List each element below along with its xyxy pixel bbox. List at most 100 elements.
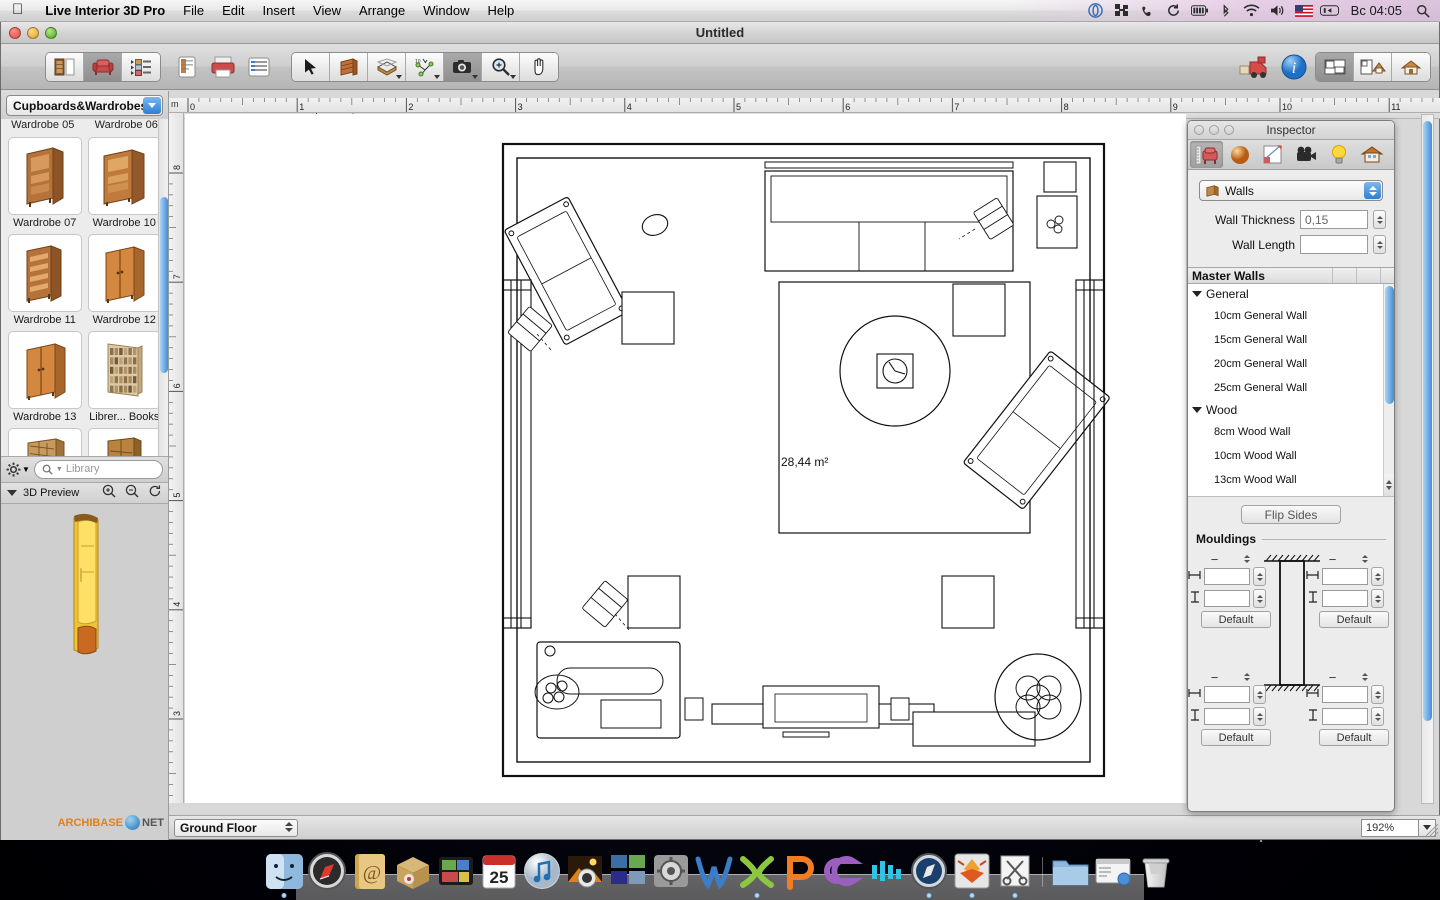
library-item[interactable]: Wardrobe 07 <box>5 135 85 232</box>
library-item[interactable]: Wardrobe 11 <box>5 232 85 329</box>
moulding-height-input[interactable] <box>1204 708 1250 725</box>
moulding-height-stepper[interactable] <box>1253 589 1266 608</box>
dock-item-address-book[interactable]: @ <box>350 851 391 892</box>
bluetooth-icon[interactable] <box>1213 0 1239 21</box>
apple-menu-icon[interactable]:  <box>12 2 23 17</box>
camera-tool[interactable] <box>444 53 482 81</box>
dock-item-package[interactable] <box>393 851 434 892</box>
preview-viewport[interactable]: ARCHIBASE NET <box>1 504 168 841</box>
wall-list-item[interactable]: 20cm General Wall <box>1188 352 1394 376</box>
site-tab[interactable] <box>1355 141 1388 168</box>
floor-plan-canvas[interactable]: 28,44 m² <box>185 114 1186 803</box>
dock-item-powerpoint[interactable] <box>780 851 821 892</box>
menu-help[interactable]: Help <box>479 0 524 21</box>
horizontal-ruler[interactable]: m 01234567891011 <box>169 98 1440 113</box>
moulding-height-stepper[interactable] <box>1253 707 1266 726</box>
zoom-in-icon[interactable] <box>102 484 116 501</box>
menu-edit[interactable]: Edit <box>213 0 253 21</box>
menu-insert[interactable]: Insert <box>254 0 305 21</box>
canvas-vertical-scrollbar[interactable] <box>1421 114 1434 804</box>
moulding-height-stepper[interactable] <box>1371 589 1384 608</box>
dock-item-entourage[interactable] <box>823 851 864 892</box>
spotlight-search-icon[interactable] <box>1410 0 1436 21</box>
object-type-popup[interactable]: Walls <box>1199 180 1383 201</box>
wall-length-stepper[interactable] <box>1373 235 1386 254</box>
library-item[interactable]: Wardrobe 13 <box>5 329 85 426</box>
wall-list-item[interactable]: 10cm General Wall <box>1188 304 1394 328</box>
wifi-icon[interactable] <box>1239 0 1265 21</box>
chevron-down-icon[interactable] <box>434 75 440 79</box>
library-item[interactable]: Librer... Books <box>85 329 165 426</box>
chevron-down-icon[interactable] <box>396 75 402 79</box>
preview-header[interactable]: 3D Preview <box>1 482 168 504</box>
object-type-stepper[interactable] <box>1364 182 1381 199</box>
menu-file[interactable]: File <box>174 0 213 21</box>
wardrobe-shelf-icon[interactable] <box>88 137 162 215</box>
wall-list-item[interactable]: 13cm Wood Wall <box>1188 468 1394 492</box>
moulding-width-input[interactable] <box>1204 686 1250 703</box>
dock-item-opera[interactable] <box>909 851 950 892</box>
menu-app-name[interactable]: Live Interior 3D Pro <box>36 0 174 21</box>
dock-item-trash[interactable] <box>1136 851 1177 892</box>
edit-tab[interactable] <box>1256 141 1289 168</box>
grid-icon[interactable] <box>1109 0 1135 21</box>
wall-length-input[interactable] <box>1300 235 1368 254</box>
moulding-select-stepper[interactable] <box>1358 668 1371 687</box>
opera-icon[interactable] <box>1083 0 1109 21</box>
menu-arrange[interactable]: Arrange <box>350 0 414 21</box>
moulding-remove-button[interactable]: − <box>1329 670 1337 685</box>
library-search-input[interactable]: ▼ Library <box>34 460 163 479</box>
wardrobe-shelves-icon[interactable] <box>8 234 82 312</box>
rotate-icon[interactable] <box>148 484 162 501</box>
moulding-width-stepper[interactable] <box>1253 685 1266 704</box>
object-tab[interactable] <box>1190 141 1223 168</box>
flag-us-icon[interactable] <box>1291 0 1317 21</box>
objects-library-button[interactable] <box>46 53 84 81</box>
moulding-width-stepper[interactable] <box>1371 567 1384 586</box>
dock-item-itunes[interactable] <box>522 851 563 892</box>
wall-thickness-input[interactable]: 0,15 <box>1300 210 1368 229</box>
moulding-width-stepper[interactable] <box>1253 567 1266 586</box>
dock-item-ichat[interactable] <box>436 851 477 892</box>
library-grid[interactable]: Wardrobe 05 Wardrobe 06 Wardrobe 07Wardr… <box>1 119 168 456</box>
resize-grip-icon[interactable] <box>1426 824 1439 837</box>
moulding-remove-button[interactable]: − <box>1211 552 1219 567</box>
moulding-default-button[interactable]: Default <box>1319 611 1389 628</box>
moulding-height-input[interactable] <box>1204 590 1250 607</box>
moulding-select-stepper[interactable] <box>1240 668 1253 687</box>
dock-item-safari-compass[interactable] <box>307 851 348 892</box>
moulding-height-stepper[interactable] <box>1371 707 1384 726</box>
eject-icon[interactable] <box>1317 0 1343 21</box>
dock-item-live-interior-3d[interactable] <box>952 851 993 892</box>
wall-thickness-stepper[interactable] <box>1373 210 1386 229</box>
furniture-button[interactable] <box>84 53 122 81</box>
phone-icon[interactable] <box>1135 0 1161 21</box>
dock-item-messenger[interactable] <box>866 851 907 892</box>
dock-item-spaces[interactable] <box>608 851 649 892</box>
floor-tool[interactable] <box>368 53 406 81</box>
moulding-height-input[interactable] <box>1322 708 1368 725</box>
wardrobe-closed-icon[interactable] <box>88 234 162 312</box>
menu-clock[interactable]: Bc 04:05 <box>1343 3 1410 18</box>
properties-button[interactable] <box>241 54 277 80</box>
moulding-remove-button[interactable]: − <box>1329 552 1337 567</box>
dock-item-excel[interactable] <box>737 851 778 892</box>
chevron-down-icon[interactable] <box>472 75 478 79</box>
dock-item-iphoto[interactable] <box>565 851 606 892</box>
dock-item-system-preferences[interactable] <box>651 851 692 892</box>
materials-tab[interactable] <box>1223 141 1256 168</box>
wall-list-item[interactable]: 25cm General Wall <box>1188 376 1394 400</box>
dock-item-word[interactable] <box>694 851 735 892</box>
moulding-width-stepper[interactable] <box>1371 685 1384 704</box>
chevron-down-icon[interactable] <box>143 97 161 114</box>
volume-icon[interactable] <box>1265 0 1291 21</box>
floor-selector[interactable]: Ground Floor <box>174 819 298 837</box>
chevron-down-icon[interactable] <box>510 75 516 79</box>
light-tab[interactable] <box>1322 141 1355 168</box>
menu-view[interactable]: View <box>304 0 350 21</box>
outline-list-button[interactable] <box>122 53 160 81</box>
wardrobe-open-icon[interactable] <box>8 137 82 215</box>
wardrobe-closed-icon[interactable] <box>8 331 82 409</box>
disclosure-triangle-icon[interactable] <box>1192 291 1202 297</box>
moulding-default-button[interactable]: Default <box>1201 729 1271 746</box>
